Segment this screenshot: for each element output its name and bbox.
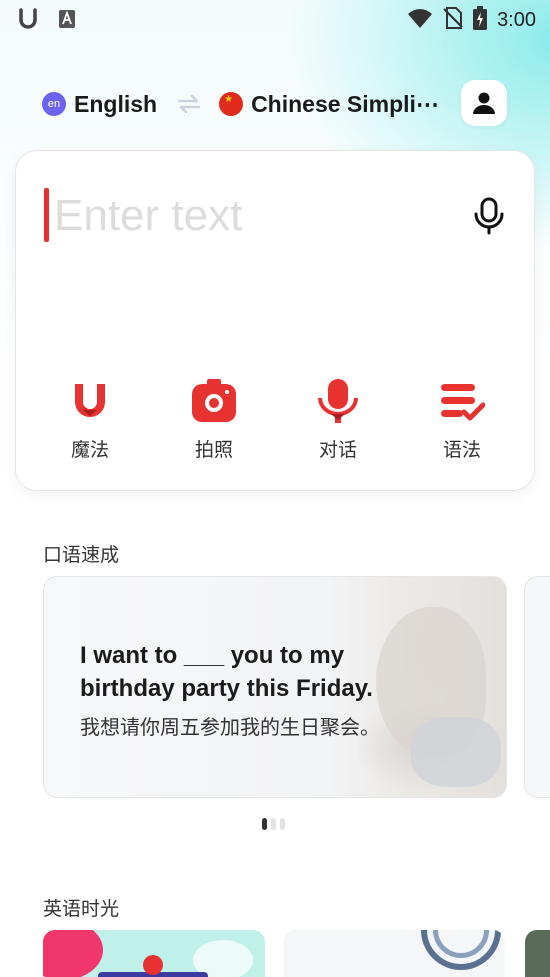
tool-grammar-label: 语法: [442, 439, 481, 461]
pager-dot[interactable]: [271, 818, 276, 830]
source-language-selector[interactable]: en English: [42, 91, 157, 118]
conversation-mic-icon: [314, 377, 362, 425]
wifi-icon: [407, 7, 433, 34]
phrase-english: I want to ___ you to my birthday party t…: [80, 642, 373, 702]
app-logo-icon: [143, 955, 163, 975]
app-u-icon: [18, 8, 38, 35]
text-input[interactable]: [54, 187, 454, 245]
source-language-label: English: [74, 90, 158, 117]
clock: 3:00: [497, 9, 536, 31]
english-time-list: [43, 930, 550, 977]
magic-u-icon: [66, 377, 114, 425]
section-title-speaking: 口语速成: [43, 544, 120, 566]
english-time-card[interactable]: [283, 930, 505, 977]
microphone-icon: [474, 197, 504, 235]
user-icon: [473, 92, 495, 114]
camera-icon: [190, 377, 238, 425]
pager-dot[interactable]: [262, 818, 267, 830]
pager-dot[interactable]: [280, 818, 285, 830]
tool-grammar[interactable]: 语法: [422, 377, 502, 462]
target-language-selector[interactable]: ★ Chinese Simpli⋯: [219, 91, 439, 118]
tool-magic-label: 魔法: [70, 439, 109, 461]
swap-arrows-icon: [177, 95, 201, 113]
tool-magic[interactable]: 魔法: [50, 377, 130, 462]
tool-conversation-label: 对话: [318, 439, 357, 461]
profile-button[interactable]: [461, 80, 507, 126]
english-badge-icon: en: [42, 92, 66, 116]
section-title-english-time: 英语时光: [43, 898, 120, 920]
language-bar: en English ★ Chinese Simpli⋯: [42, 82, 508, 126]
tool-photo-label: 拍照: [194, 439, 233, 461]
carousel-pager: [262, 818, 285, 830]
english-time-card[interactable]: [525, 930, 550, 977]
next-phrase-card[interactable]: [524, 576, 550, 798]
translate-input-card: 魔法 拍照: [15, 150, 535, 491]
china-flag-icon: ★: [219, 92, 244, 116]
phrase-chinese: 我想请你周五参加我的生日聚会。: [80, 715, 380, 739]
phrase-card[interactable]: I want to ___ you to my birthday party t…: [43, 576, 507, 798]
no-sim-icon: [443, 6, 463, 35]
voice-input-button[interactable]: [471, 196, 507, 236]
font-a-icon: [58, 9, 76, 34]
tool-conversation[interactable]: 对话: [298, 377, 378, 462]
status-bar: 3:00: [0, 0, 550, 38]
text-caret: [44, 188, 49, 242]
target-language-label: Chinese Simpli⋯: [251, 90, 439, 117]
swap-languages-button[interactable]: [177, 95, 201, 113]
battery-charging-icon: [473, 6, 488, 35]
english-time-card[interactable]: [43, 930, 265, 977]
tool-photo[interactable]: 拍照: [174, 377, 254, 462]
grammar-check-icon: [438, 377, 486, 425]
tool-row: 魔法 拍照 对话 语法: [16, 377, 536, 467]
